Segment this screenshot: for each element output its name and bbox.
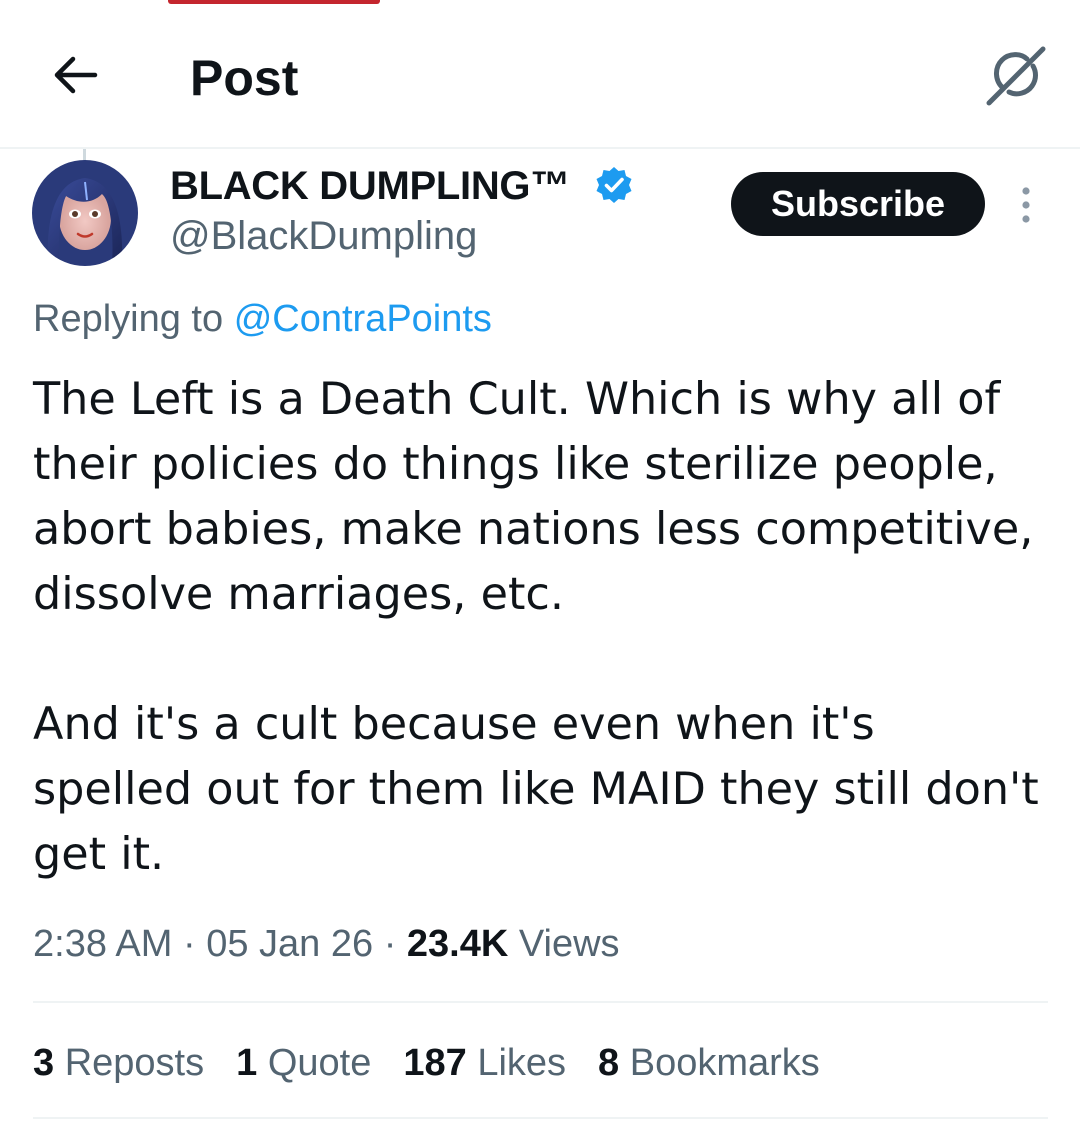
grok-icon — [986, 46, 1046, 106]
tweet-date[interactable]: 05 Jan 26 — [206, 923, 373, 965]
tweet-paragraph: The Left is a Death Cult. Which is why a… — [33, 374, 1034, 620]
grok-button[interactable] — [978, 40, 1054, 110]
tweet-time[interactable]: 2:38 AM — [33, 923, 172, 965]
reposts-count: 3 — [33, 1042, 55, 1084]
more-options-button[interactable] — [1006, 180, 1046, 230]
reposts-label: Reposts — [64, 1042, 205, 1084]
reply-mention-link[interactable]: @ContraPoints — [234, 298, 492, 340]
divider — [33, 1117, 1048, 1119]
replying-to: Replying to @ContraPoints — [33, 296, 492, 342]
views-label: Views — [518, 923, 620, 965]
divider — [33, 1001, 1048, 1003]
more-vertical-icon — [1022, 187, 1030, 223]
subscribe-button[interactable]: Subscribe — [731, 172, 985, 236]
bookmarks-count: 8 — [598, 1042, 620, 1084]
views-count: 23.4K — [406, 923, 509, 965]
tweet-meta: 2:38 AM · 05 Jan 26 · 23.4K Views — [33, 921, 620, 967]
tweet-text: The Left is a Death Cult. Which is why a… — [33, 367, 1043, 887]
arrow-left-icon — [54, 56, 98, 94]
likes-count: 187 — [403, 1042, 467, 1084]
author-display-name[interactable]: BLACK DUMPLING™ — [170, 162, 570, 210]
post-header: Post — [0, 0, 1080, 149]
stat-reposts[interactable]: 3 Reposts — [33, 1040, 204, 1086]
engagement-stats: 3 Reposts 1 Quote 187 Likes 8 Bookmarks — [33, 1040, 852, 1086]
likes-label: Likes — [477, 1042, 567, 1084]
avatar[interactable] — [32, 160, 138, 266]
stat-bookmarks[interactable]: 8 Bookmarks — [598, 1040, 820, 1086]
page-title: Post — [190, 50, 299, 106]
meta-separator: · — [182, 923, 196, 965]
stat-likes[interactable]: 187 Likes — [403, 1040, 566, 1086]
stat-quotes[interactable]: 1 Quote — [236, 1040, 371, 1086]
back-button[interactable] — [40, 40, 110, 110]
meta-separator: · — [383, 923, 397, 965]
quotes-count: 1 — [236, 1042, 258, 1084]
quotes-label: Quote — [267, 1042, 372, 1084]
replying-to-label: Replying to — [33, 298, 224, 340]
author-handle[interactable]: @BlackDumpling — [170, 212, 477, 260]
bookmarks-label: Bookmarks — [629, 1042, 820, 1084]
verified-badge-icon — [596, 167, 632, 203]
tweet-paragraph: And it's a cult because even when it's s… — [33, 699, 1039, 880]
